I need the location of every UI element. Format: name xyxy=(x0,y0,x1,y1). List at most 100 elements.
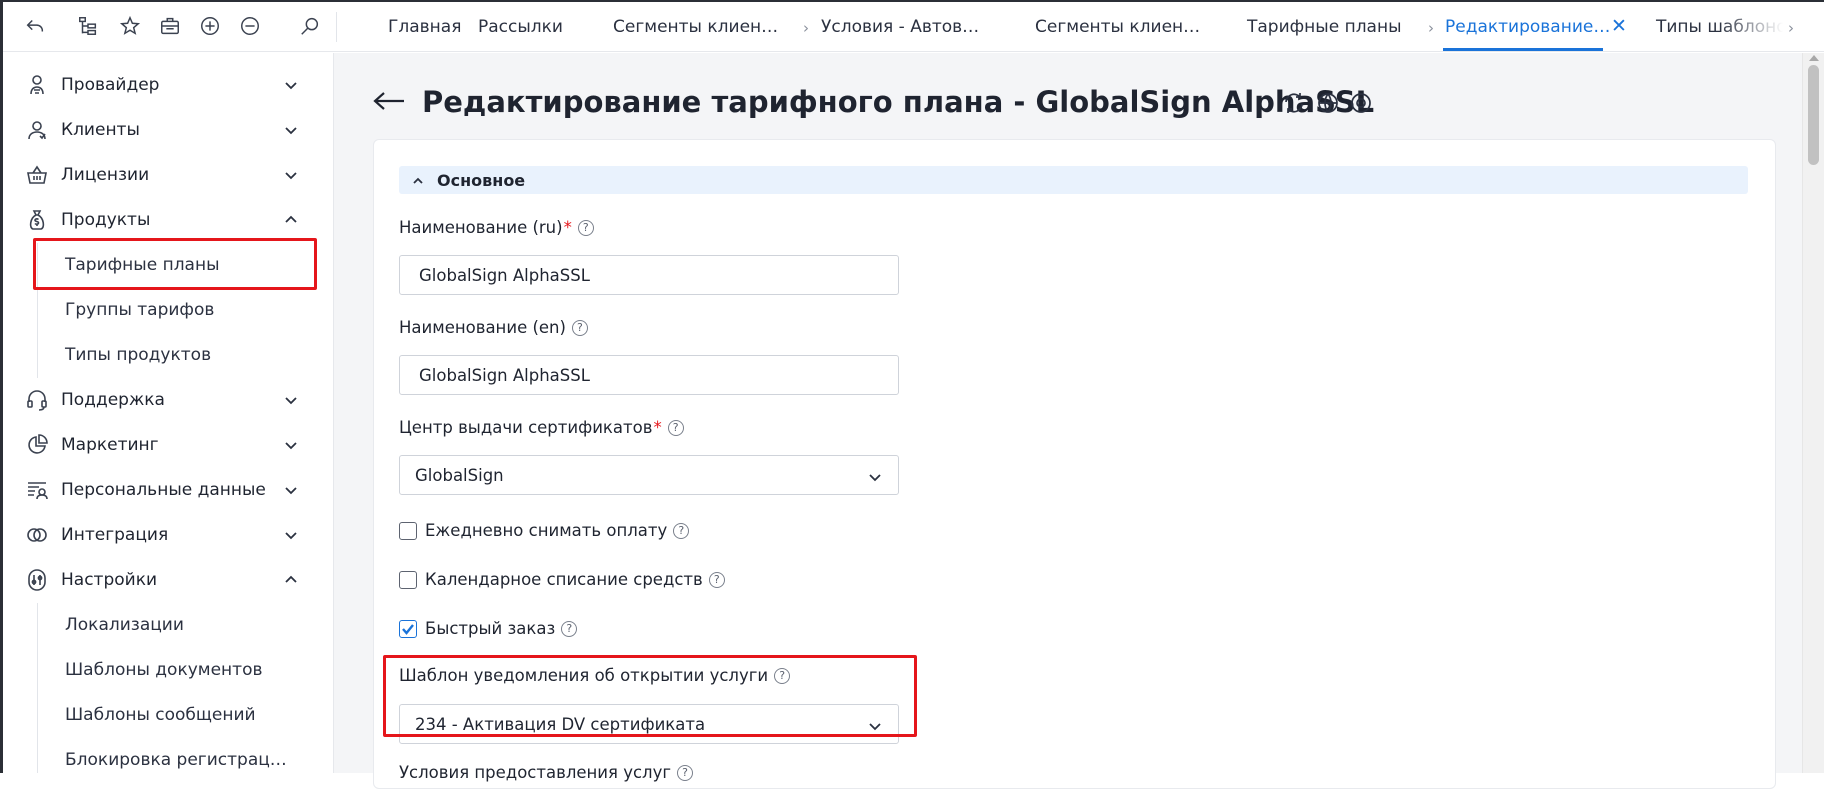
calendar-charge-checkbox[interactable] xyxy=(399,570,417,589)
tab-chevron: › xyxy=(803,19,809,37)
plus-circle-icon[interactable] xyxy=(198,14,222,38)
checkbox-label: Календарное списание средств xyxy=(425,570,703,589)
star-icon[interactable] xyxy=(118,14,142,38)
tab-mailings[interactable]: Рассылки xyxy=(478,17,563,37)
tab-tariff-plans[interactable]: Тарифные планы xyxy=(1247,17,1402,37)
notification-template-label: Шаблон уведомления об открытии услуги? xyxy=(399,666,791,685)
sidebar-item-label: Продукты xyxy=(61,210,151,230)
pie-chart-icon xyxy=(24,432,50,458)
sidebar-item-personal-data[interactable]: Персональные данные xyxy=(3,470,323,510)
scrollbar-thumb[interactable] xyxy=(1808,65,1819,165)
refresh-icon[interactable] xyxy=(1282,91,1308,117)
checkbox-label: Быстрый заказ xyxy=(425,619,556,638)
name-ru-input[interactable]: GlobalSign AlphaSSL xyxy=(399,255,899,295)
sidebar-item-label: Клиенты xyxy=(61,120,140,140)
tab-client-segments-2[interactable]: Сегменты клиен… xyxy=(1035,17,1200,37)
sidebar-subitem-document-templates[interactable]: Шаблоны документов xyxy=(3,650,323,690)
chevron-down-icon xyxy=(868,718,882,732)
basket-icon xyxy=(24,162,50,188)
sidebar-item-integration[interactable]: Интеграция xyxy=(3,515,323,555)
help-icon[interactable]: ? xyxy=(561,620,578,637)
sidebar-item-provider[interactable]: Провайдер xyxy=(3,65,323,105)
section-header-main[interactable]: Основное xyxy=(399,166,1748,194)
sidebar-subitem-localizations[interactable]: Локализации xyxy=(3,605,323,645)
certificate-center-label: Центр выдачи сертификатов *? xyxy=(399,418,684,437)
quick-order-checkbox-row[interactable]: Быстрый заказ? xyxy=(399,619,578,638)
sidebar-subitem-registration-block[interactable]: Блокировка регистрац… xyxy=(3,740,323,780)
close-icon[interactable]: ✕ xyxy=(1611,15,1627,37)
name-en-label: Наименование (en)? xyxy=(399,318,588,337)
quick-order-checkbox[interactable] xyxy=(399,619,417,638)
sidebar-item-settings[interactable]: Настройки xyxy=(3,560,323,600)
select-value: GlobalSign xyxy=(415,465,504,485)
help-icon[interactable]: ? xyxy=(571,319,588,336)
chevron-up-icon xyxy=(283,572,299,588)
tab-home[interactable]: Главная xyxy=(388,17,461,37)
help-icon[interactable]: ? xyxy=(667,419,684,436)
sidebar-subitem-tariff-groups[interactable]: Группы тарифов xyxy=(3,290,323,330)
daily-charge-checkbox-row[interactable]: Ежедневно снимать оплату? xyxy=(399,521,690,540)
sidebar-item-marketing[interactable]: Маркетинг xyxy=(3,425,323,465)
tab-conditions[interactable]: Условия - Автов… xyxy=(821,17,979,37)
sidebar-subitem-label: Локализации xyxy=(65,615,184,635)
name-en-input[interactable]: GlobalSign AlphaSSL xyxy=(399,355,899,395)
tabs-scroll-right-icon[interactable]: › xyxy=(1788,19,1794,37)
tab-client-segments-1[interactable]: Сегменты клиен… xyxy=(613,17,778,37)
chevron-down-icon xyxy=(283,527,299,543)
briefcase-icon[interactable] xyxy=(158,14,182,38)
sidebar-subitem-label: Типы продуктов xyxy=(65,345,212,365)
name-ru-label: Наименование (ru) *? xyxy=(399,218,594,237)
sidebar-item-clients[interactable]: Клиенты xyxy=(3,110,323,150)
sidebar-subitem-tariff-plans[interactable]: Тарифные планы xyxy=(3,245,323,285)
help-icon[interactable]: ? xyxy=(577,219,594,236)
checkmark-icon xyxy=(402,623,414,635)
topbar-separator xyxy=(336,12,337,42)
provider-icon xyxy=(24,72,50,98)
sidebar-item-label: Поддержка xyxy=(61,390,165,410)
chevron-down-icon xyxy=(868,469,882,483)
chevron-down-icon xyxy=(283,392,299,408)
tab-chevron: › xyxy=(1428,19,1434,37)
lifebuoy-icon[interactable] xyxy=(1349,91,1375,117)
chevron-up-icon xyxy=(283,212,299,228)
sidebar-item-products[interactable]: Продукты xyxy=(3,200,323,240)
integration-icon xyxy=(24,522,50,548)
back-icon[interactable] xyxy=(23,14,47,38)
sidebar-subitem-label: Группы тарифов xyxy=(65,300,215,320)
daily-charge-checkbox[interactable] xyxy=(399,521,417,540)
settings-icon xyxy=(24,567,50,593)
minus-circle-icon[interactable] xyxy=(238,14,262,38)
scroll-up-arrow-icon[interactable] xyxy=(1809,55,1819,61)
chevron-down-icon xyxy=(283,437,299,453)
sidebar-item-label: Лицензии xyxy=(61,165,150,185)
help-icon[interactable]: ? xyxy=(673,522,690,539)
tree-icon[interactable] xyxy=(76,14,100,38)
help-icon[interactable]: ? xyxy=(774,667,791,684)
calendar-charge-checkbox-row[interactable]: Календарное списание средств? xyxy=(399,570,725,589)
top-bar: Главная Рассылки Сегменты клиен… › Услов… xyxy=(3,2,1824,52)
sidebar-item-licenses[interactable]: Лицензии xyxy=(3,155,323,195)
notification-template-select[interactable]: 234 - Активация DV сертификата xyxy=(399,704,899,744)
personal-data-icon xyxy=(24,477,50,503)
globe-icon[interactable] xyxy=(1316,91,1342,117)
active-tab-underline xyxy=(1443,48,1603,51)
sidebar-subitem-product-types[interactable]: Типы продуктов xyxy=(3,335,323,375)
page-title: Редактирование тарифного плана - GlobalS… xyxy=(422,85,1375,119)
sidebar: Провайдер Клиенты Лицензии Продукты Тари… xyxy=(3,53,334,773)
select-value: 234 - Активация DV сертификата xyxy=(415,714,706,734)
sidebar-item-support[interactable]: Поддержка xyxy=(3,380,323,420)
sidebar-subitem-label: Шаблоны документов xyxy=(65,660,263,680)
help-icon[interactable]: ? xyxy=(708,571,725,588)
certificate-center-select[interactable]: GlobalSign xyxy=(399,455,899,495)
sidebar-subitem-label: Тарифные планы xyxy=(65,255,220,275)
sidebar-subitem-message-templates[interactable]: Шаблоны сообщений xyxy=(3,695,323,735)
tabs-fade xyxy=(1719,4,1799,50)
back-arrow-icon[interactable] xyxy=(372,89,406,113)
search-icon[interactable] xyxy=(298,14,322,38)
tab-editing[interactable]: Редактирование… xyxy=(1445,17,1610,37)
checkbox-label: Ежедневно снимать оплату xyxy=(425,521,668,540)
chevron-up-icon xyxy=(411,173,425,187)
sidebar-subitem-label: Блокировка регистрац… xyxy=(65,750,287,770)
sidebar-item-label: Провайдер xyxy=(61,75,160,95)
vertical-scrollbar[interactable] xyxy=(1802,53,1824,773)
